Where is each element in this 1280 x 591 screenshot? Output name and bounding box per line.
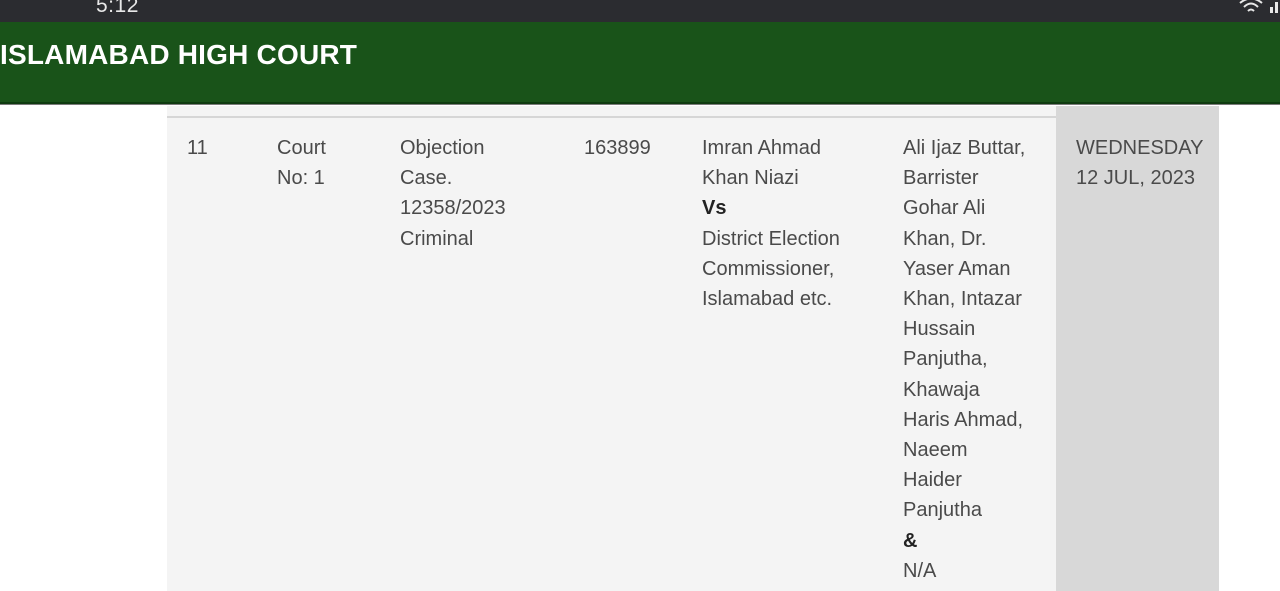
case-number: 12358/2023 [400,197,506,220]
counsel-line: Barrister [903,167,979,190]
counsel-line: Khan, Intazar [903,288,1022,311]
case-line: Case. [400,167,453,190]
counsel-line: Haris Ahmad, [903,408,1024,431]
case-id: 163899 [584,137,651,159]
counsel-ampersand: & [903,529,918,552]
versus-label: Vs [702,197,727,220]
respondent-line: District Election [702,227,840,250]
date-cell: WEDNESDAY 12 JUL, 2023 [1076,133,1216,193]
table-top-rule [167,116,1056,118]
counsel-cell: Ali Ijaz Buttar, Barrister Gohar Ali Kha… [903,133,1048,586]
wifi-icon [1239,0,1263,12]
parties-cell: Imran Ahmad Khan Niazi Vs District Elect… [702,133,882,314]
court-label: Court [277,137,326,159]
header-divider [0,104,1280,105]
hearing-day: WEDNESDAY [1076,137,1204,159]
cause-list-table: 11 Court No: 1 Objection Case. 12358/202… [167,106,1219,591]
counsel-line: Panjutha [903,499,982,522]
signal-icon [1270,2,1278,13]
counsel-other: N/A [903,559,937,582]
page-title: ISLAMABAD HIGH COURT [0,39,358,70]
serial-number-cell: 11 [187,133,247,163]
counsel-line: Naeem [903,439,968,462]
case-category: Criminal [400,227,474,250]
respondent-line: Islamabad etc. [702,288,833,311]
counsel-line: Panjutha, [903,348,988,371]
status-time: 5:12 [96,0,139,17]
hearing-date: 12 JUL, 2023 [1076,167,1195,190]
serial-number: 11 [187,137,208,159]
court-number: No: 1 [277,167,325,190]
case-id-cell: 163899 [584,133,684,163]
status-icons [1238,0,1278,14]
counsel-line: Ali Ijaz Buttar, [903,137,1026,159]
counsel-line: Yaser Aman [903,257,1011,280]
petitioner-line: Imran Ahmad [702,137,821,159]
counsel-line: Hussain [903,318,976,341]
case-cell: Objection Case. 12358/2023 Criminal [400,133,560,254]
petitioner-line: Khan Niazi [702,167,799,190]
counsel-line: Gohar Ali [903,197,986,220]
app-header: ISLAMABAD HIGH COURT [0,22,1280,104]
case-line: Objection [400,137,485,159]
court-cell: Court No: 1 [277,133,372,193]
status-bar: 5:12 [0,0,1280,22]
respondent-line: Commissioner, [702,257,835,280]
counsel-line: Khan, Dr. [903,227,987,250]
counsel-line: Khawaja [903,378,980,401]
counsel-line: Haider [903,469,962,492]
